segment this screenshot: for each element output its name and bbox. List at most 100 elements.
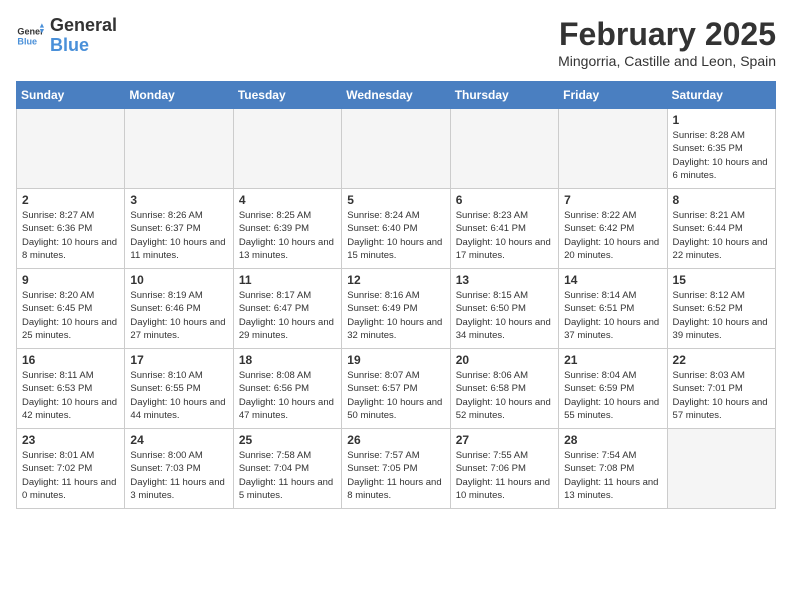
svg-text:Blue: Blue	[17, 36, 37, 46]
day-number: 27	[456, 433, 553, 447]
calendar-cell: 20 Sunrise: 8:06 AMSunset: 6:58 PMDayligh…	[450, 349, 558, 429]
calendar-cell	[342, 109, 450, 189]
col-header-friday: Friday	[559, 82, 667, 109]
calendar-week-row: 23 Sunrise: 8:01 AMSunset: 7:02 PMDayligh…	[17, 429, 776, 509]
calendar-cell: 8 Sunrise: 8:21 AMSunset: 6:44 PMDaylight…	[667, 189, 775, 269]
calendar-cell: 10 Sunrise: 8:19 AMSunset: 6:46 PMDayligh…	[125, 269, 233, 349]
calendar-cell: 9Sunrise: 8:20 AMSunset: 6:45 PMDaylight…	[17, 269, 125, 349]
col-header-saturday: Saturday	[667, 82, 775, 109]
day-info: Sunrise: 8:15 AMSunset: 6:50 PMDaylight:…	[456, 289, 553, 342]
day-number: 2	[22, 193, 119, 207]
calendar-cell	[233, 109, 341, 189]
col-header-wednesday: Wednesday	[342, 82, 450, 109]
day-info: Sunrise: 8:07 AMSunset: 6:57 PMDaylight:…	[347, 369, 444, 422]
day-number: 14	[564, 273, 661, 287]
col-header-monday: Monday	[125, 82, 233, 109]
day-info: Sunrise: 8:28 AMSunset: 6:35 PMDaylight:…	[673, 129, 770, 182]
day-number: 20	[456, 353, 553, 367]
day-info: Sunrise: 8:27 AMSunset: 6:36 PMDaylight:…	[22, 209, 119, 262]
calendar-cell: 12 Sunrise: 8:16 AMSunset: 6:49 PMDayligh…	[342, 269, 450, 349]
day-info: Sunrise: 8:00 AMSunset: 7:03 PMDaylight:…	[130, 449, 227, 502]
location: Mingorria, Castille and Leon, Spain	[558, 53, 776, 69]
day-info: Sunrise: 8:24 AMSunset: 6:40 PMDaylight:…	[347, 209, 444, 262]
day-info: Sunrise: 8:26 AMSunset: 6:37 PMDaylight:…	[130, 209, 227, 262]
day-info: Sunrise: 8:21 AMSunset: 6:44 PMDaylight:…	[673, 209, 770, 262]
col-header-sunday: Sunday	[17, 82, 125, 109]
day-info: Sunrise: 7:55 AMSunset: 7:06 PMDaylight:…	[456, 449, 553, 502]
col-header-thursday: Thursday	[450, 82, 558, 109]
day-info: Sunrise: 8:06 AMSunset: 6:58 PMDaylight:…	[456, 369, 553, 422]
calendar-cell: 16 Sunrise: 8:11 AMSunset: 6:53 PMDayligh…	[17, 349, 125, 429]
calendar-cell	[17, 109, 125, 189]
calendar-cell: 5 Sunrise: 8:24 AMSunset: 6:40 PMDaylight…	[342, 189, 450, 269]
svg-text:General: General	[17, 26, 44, 36]
day-number: 4	[239, 193, 336, 207]
day-number: 8	[673, 193, 770, 207]
day-number: 22	[673, 353, 770, 367]
calendar-cell: 22 Sunrise: 8:03 AMSunset: 7:01 PMDayligh…	[667, 349, 775, 429]
day-info: Sunrise: 8:03 AMSunset: 7:01 PMDaylight:…	[673, 369, 770, 422]
day-info: Sunrise: 8:16 AMSunset: 6:49 PMDaylight:…	[347, 289, 444, 342]
day-info: Sunrise: 8:19 AMSunset: 6:46 PMDaylight:…	[130, 289, 227, 342]
calendar-cell: 18 Sunrise: 8:08 AMSunset: 6:56 PMDayligh…	[233, 349, 341, 429]
day-info: Sunrise: 7:58 AMSunset: 7:04 PMDaylight:…	[239, 449, 336, 502]
day-info: Sunrise: 8:11 AMSunset: 6:53 PMDaylight:…	[22, 369, 119, 422]
calendar-cell: 24 Sunrise: 8:00 AMSunset: 7:03 PMDayligh…	[125, 429, 233, 509]
day-number: 9	[22, 273, 119, 287]
day-info: Sunrise: 8:08 AMSunset: 6:56 PMDaylight:…	[239, 369, 336, 422]
calendar-cell: 13Sunrise: 8:15 AMSunset: 6:50 PMDayligh…	[450, 269, 558, 349]
day-number: 17	[130, 353, 227, 367]
day-number: 23	[22, 433, 119, 447]
day-number: 25	[239, 433, 336, 447]
day-info: Sunrise: 8:10 AMSunset: 6:55 PMDaylight:…	[130, 369, 227, 422]
calendar-cell: 28 Sunrise: 7:54 AMSunset: 7:08 PMDayligh…	[559, 429, 667, 509]
calendar-cell	[559, 109, 667, 189]
logo-icon: General Blue	[16, 22, 44, 50]
calendar-cell: 6 Sunrise: 8:23 AMSunset: 6:41 PMDaylight…	[450, 189, 558, 269]
calendar-cell: 11 Sunrise: 8:17 AMSunset: 6:47 PMDayligh…	[233, 269, 341, 349]
calendar-header-row: SundayMondayTuesdayWednesdayThursdayFrid…	[17, 82, 776, 109]
calendar-cell: 21Sunrise: 8:04 AMSunset: 6:59 PMDayligh…	[559, 349, 667, 429]
calendar-cell: 7Sunrise: 8:22 AMSunset: 6:42 PMDaylight…	[559, 189, 667, 269]
title-block: February 2025 Mingorria, Castille and Le…	[558, 16, 776, 69]
calendar-week-row: 2 Sunrise: 8:27 AMSunset: 6:36 PMDaylight…	[17, 189, 776, 269]
calendar-week-row: 16 Sunrise: 8:11 AMSunset: 6:53 PMDayligh…	[17, 349, 776, 429]
calendar-cell: 2 Sunrise: 8:27 AMSunset: 6:36 PMDaylight…	[17, 189, 125, 269]
day-number: 21	[564, 353, 661, 367]
day-number: 26	[347, 433, 444, 447]
col-header-tuesday: Tuesday	[233, 82, 341, 109]
day-number: 10	[130, 273, 227, 287]
calendar-cell: 14 Sunrise: 8:14 AMSunset: 6:51 PMDayligh…	[559, 269, 667, 349]
day-info: Sunrise: 8:17 AMSunset: 6:47 PMDaylight:…	[239, 289, 336, 342]
day-info: Sunrise: 8:23 AMSunset: 6:41 PMDaylight:…	[456, 209, 553, 262]
day-number: 7	[564, 193, 661, 207]
day-info: Sunrise: 7:57 AMSunset: 7:05 PMDaylight:…	[347, 449, 444, 502]
calendar-cell	[125, 109, 233, 189]
day-info: Sunrise: 7:54 AMSunset: 7:08 PMDaylight:…	[564, 449, 661, 502]
day-number: 3	[130, 193, 227, 207]
day-number: 24	[130, 433, 227, 447]
day-number: 16	[22, 353, 119, 367]
day-info: Sunrise: 8:14 AMSunset: 6:51 PMDaylight:…	[564, 289, 661, 342]
calendar-cell	[667, 429, 775, 509]
month-year: February 2025	[558, 16, 776, 53]
day-number: 11	[239, 273, 336, 287]
day-number: 28	[564, 433, 661, 447]
calendar-cell	[450, 109, 558, 189]
calendar-week-row: 9Sunrise: 8:20 AMSunset: 6:45 PMDaylight…	[17, 269, 776, 349]
day-number: 12	[347, 273, 444, 287]
day-number: 5	[347, 193, 444, 207]
calendar-cell: 4 Sunrise: 8:25 AMSunset: 6:39 PMDaylight…	[233, 189, 341, 269]
calendar-cell: 25 Sunrise: 7:58 AMSunset: 7:04 PMDayligh…	[233, 429, 341, 509]
day-number: 1	[673, 113, 770, 127]
day-info: Sunrise: 8:01 AMSunset: 7:02 PMDaylight:…	[22, 449, 119, 502]
page-header: General Blue General Blue February 2025 …	[16, 16, 776, 69]
calendar-cell: 15Sunrise: 8:12 AMSunset: 6:52 PMDayligh…	[667, 269, 775, 349]
calendar-cell: 27 Sunrise: 7:55 AMSunset: 7:06 PMDayligh…	[450, 429, 558, 509]
calendar-week-row: 1 Sunrise: 8:28 AMSunset: 6:35 PMDaylight…	[17, 109, 776, 189]
day-number: 6	[456, 193, 553, 207]
day-number: 18	[239, 353, 336, 367]
day-info: Sunrise: 8:25 AMSunset: 6:39 PMDaylight:…	[239, 209, 336, 262]
calendar-cell: 3 Sunrise: 8:26 AMSunset: 6:37 PMDaylight…	[125, 189, 233, 269]
calendar-cell: 23 Sunrise: 8:01 AMSunset: 7:02 PMDayligh…	[17, 429, 125, 509]
